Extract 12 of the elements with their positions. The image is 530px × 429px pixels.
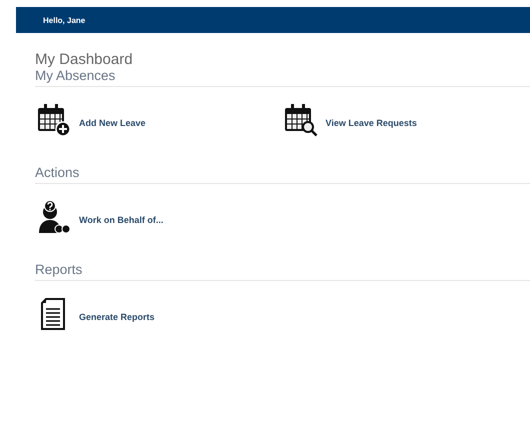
dashboard-link[interactable]: Add New Leave (79, 118, 146, 128)
dashboard-link[interactable]: Generate Reports (79, 312, 155, 322)
dashboard-link[interactable]: View Leave Requests (326, 118, 417, 128)
calendar-magnifier-icon (284, 103, 318, 137)
calendar-plus-icon (37, 103, 71, 137)
page-title: My Dashboard (35, 51, 134, 68)
section-heading: Reports (35, 262, 530, 281)
dashboard-link[interactable]: Work on Behalf of... (79, 215, 164, 225)
greeting: Hello, Jane (43, 16, 86, 24)
section-heading: My Absences (35, 68, 530, 87)
section-heading: Actions (35, 165, 530, 184)
person-question-icon (37, 200, 71, 234)
